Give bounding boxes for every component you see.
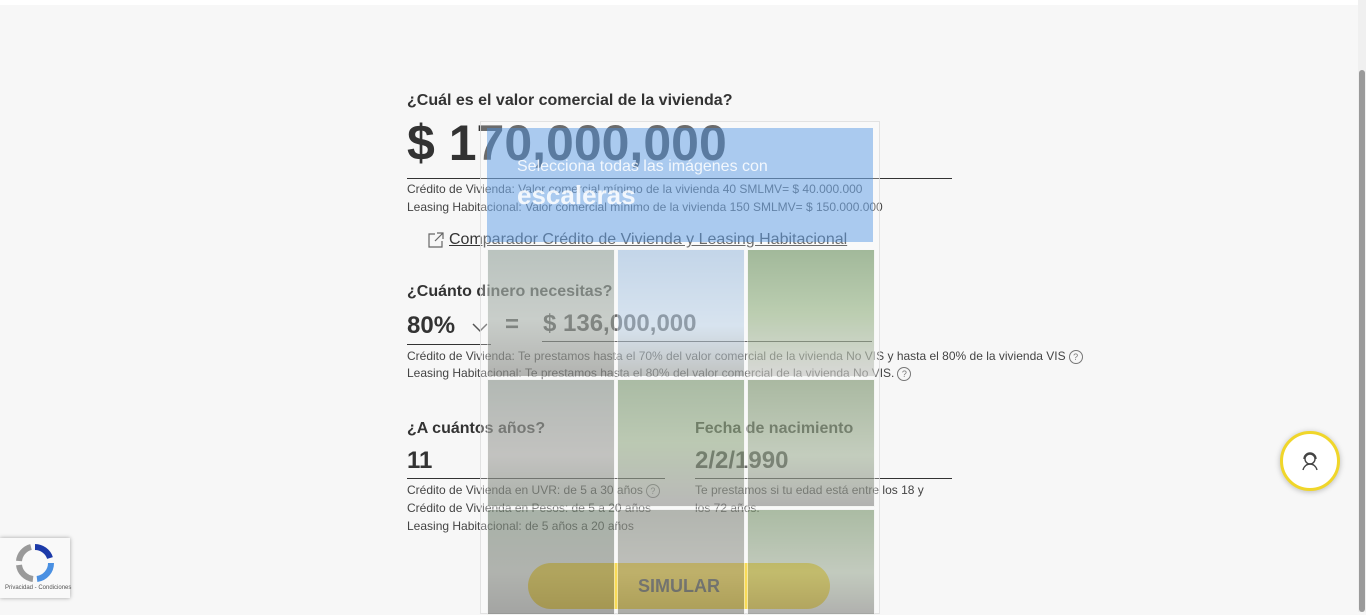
recaptcha-logo-icon: [16, 544, 55, 582]
term-input[interactable]: 11: [407, 447, 432, 475]
agent-help-button[interactable]: [1280, 431, 1340, 491]
help-circle-icon[interactable]: ?: [897, 366, 912, 381]
captcha-instruction: Selecciona todas las imágenes con: [517, 158, 768, 175]
captcha-tile[interactable]: [747, 249, 875, 377]
loan-percent-select[interactable]: 80%: [407, 312, 491, 344]
scrollbar-thumb[interactable]: [1359, 70, 1365, 612]
external-link-icon: [428, 232, 444, 248]
property-value-question: ¿Cuál es el valor comercial de la vivien…: [407, 92, 733, 109]
captcha-target-word: escaleras: [517, 180, 636, 210]
captcha-tile[interactable]: [617, 249, 745, 377]
captcha-challenge: Selecciona todas las imágenes con escale…: [480, 121, 880, 615]
help-circle-icon[interactable]: ?: [1068, 349, 1083, 364]
captcha-header: Selecciona todas las imágenes con escale…: [487, 128, 873, 242]
captcha-tile[interactable]: [617, 509, 745, 615]
captcha-tile[interactable]: [617, 379, 745, 507]
loan-percent-value: 80%: [407, 312, 456, 339]
agent-headset-icon: [1302, 452, 1318, 471]
recaptcha-badge[interactable]: Privacidad - Condiciones: [0, 538, 71, 598]
captcha-tile[interactable]: [747, 509, 875, 615]
vertical-scrollbar[interactable]: [1358, 0, 1366, 612]
loan-percent-underline: [407, 344, 491, 345]
captcha-tile[interactable]: [747, 379, 875, 507]
captcha-tile[interactable]: [487, 379, 615, 507]
recaptcha-terms[interactable]: Privacidad - Condiciones: [5, 585, 71, 591]
captcha-tile[interactable]: [487, 509, 615, 615]
captcha-tile[interactable]: [487, 249, 615, 377]
